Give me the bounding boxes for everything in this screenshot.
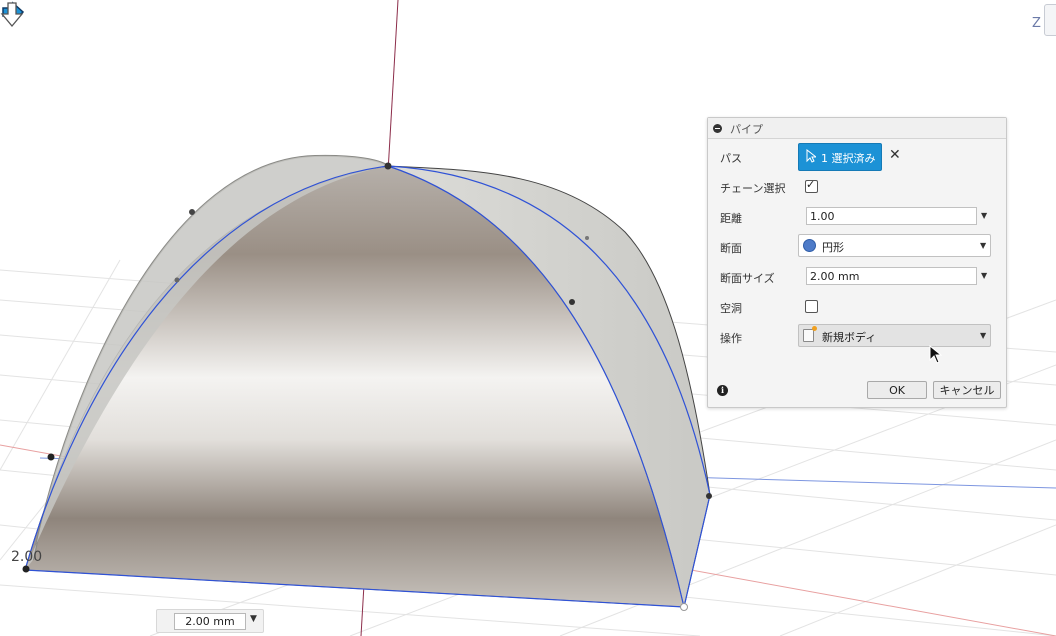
chain-select-checkbox[interactable] (805, 178, 818, 193)
pipe-dialog: パイプ パス 1 選択済み ✕ チェーン選択 距離 1.00 ▼ 断面 円形 ▼… (707, 117, 1007, 408)
distance-input[interactable]: 1.00 (806, 207, 977, 225)
section-dropdown[interactable]: 円形 ▼ (798, 234, 991, 257)
chevron-down-icon: ▼ (980, 331, 987, 340)
view-cube-axis-label: Z (1032, 16, 1041, 31)
operation-dropdown[interactable]: 新規ボディ ▼ (798, 324, 991, 347)
circle-icon (803, 239, 816, 252)
operation-label: 操作 (720, 332, 742, 345)
hollow-label: 空洞 (720, 302, 742, 315)
view-cube[interactable] (1044, 4, 1056, 36)
bottom-value-field[interactable]: 2.00 mm (174, 613, 246, 630)
section-size-input[interactable]: 2.00 mm (806, 267, 977, 285)
path-select-button[interactable]: 1 選択済み (798, 143, 882, 171)
dimension-label: 2.00 (11, 549, 43, 565)
dialog-title: パイプ (730, 123, 763, 136)
cancel-button[interactable]: キャンセル (933, 381, 1001, 399)
path-select-label: 1 選択済み (821, 152, 876, 165)
clear-selection-icon[interactable]: ✕ (889, 147, 901, 163)
section-value: 円形 (822, 241, 844, 254)
chain-select-label: チェーン選択 (720, 182, 786, 195)
path-label: パス (720, 152, 742, 165)
new-body-icon (803, 326, 817, 342)
mouse-pointer-icon (929, 345, 943, 364)
ok-button[interactable]: OK (867, 381, 927, 399)
chevron-down-icon[interactable]: ▼ (250, 614, 257, 624)
section-size-dropdown-icon[interactable]: ▼ (981, 271, 987, 280)
dialog-header[interactable]: パイプ (708, 118, 1006, 139)
hollow-checkbox[interactable] (805, 300, 818, 313)
chevron-down-icon: ▼ (980, 241, 987, 250)
bottom-value-input[interactable]: 2.00 mm ▼ (156, 609, 264, 633)
select-cursor-icon (806, 149, 816, 163)
distance-dropdown-icon[interactable]: ▼ (981, 211, 987, 220)
info-icon[interactable]: i (717, 385, 728, 396)
section-label: 断面 (720, 242, 742, 255)
section-size-label: 断面サイズ (720, 272, 775, 285)
operation-value: 新規ボディ (822, 331, 877, 344)
distance-label: 距離 (720, 212, 742, 225)
collapse-icon[interactable] (713, 124, 722, 133)
drag-arrow-icon[interactable] (0, 0, 26, 30)
